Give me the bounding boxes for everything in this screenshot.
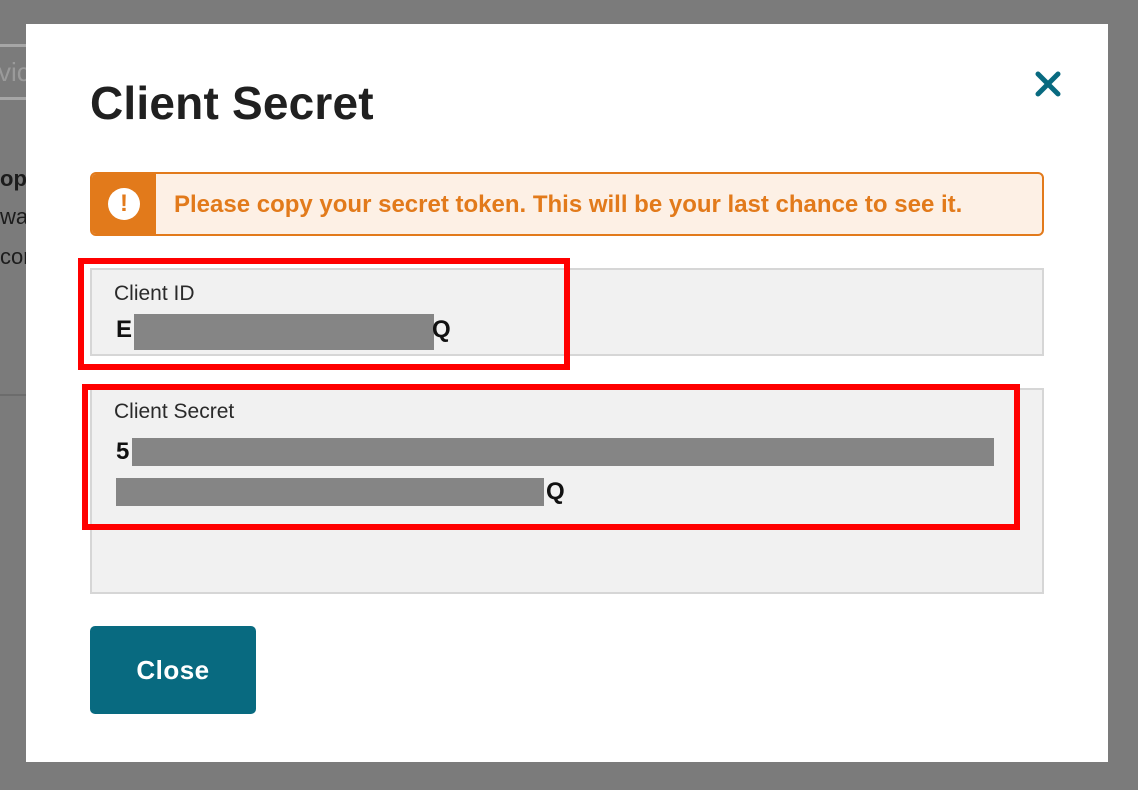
- client-secret-field: Client Secret 5 Q: [90, 388, 1044, 594]
- client-secret-redaction-2: [116, 478, 544, 506]
- warning-alert: ! Please copy your secret token. This wi…: [90, 172, 1044, 236]
- client-id-label: Client ID: [114, 282, 195, 305]
- alert-message: Please copy your secret token. This will…: [174, 191, 963, 218]
- client-secret-redaction-1: [132, 438, 994, 466]
- client-id-redaction: [134, 314, 434, 350]
- client-id-field: Client ID E Q: [90, 268, 1044, 356]
- modal-title: Client Secret: [90, 77, 374, 129]
- close-x-icon[interactable]: [1030, 66, 1066, 102]
- client-id-value-start: E: [116, 316, 133, 343]
- alert-icon-box: !: [92, 174, 156, 234]
- client-secret-value-start: 5: [116, 438, 130, 465]
- close-button[interactable]: Close: [90, 626, 256, 714]
- client-id-value-end: Q: [432, 316, 451, 343]
- client-secret-value-end: Q: [546, 478, 565, 505]
- client-secret-modal: Client Secret ! Please copy your secret …: [26, 24, 1108, 762]
- exclamation-icon: !: [108, 188, 140, 220]
- client-secret-label: Client Secret: [114, 400, 235, 423]
